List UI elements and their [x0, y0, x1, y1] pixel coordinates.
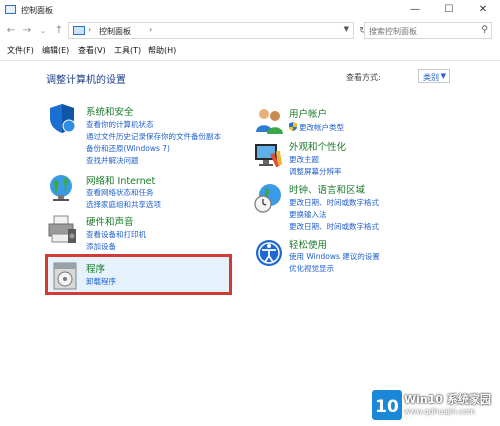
watermark-number: 10	[375, 397, 399, 417]
link-screen-resolution[interactable]: 调整屏幕分辨率	[289, 166, 342, 177]
category-title-system-security[interactable]: 系统和安全	[86, 104, 134, 118]
win10-logo-icon: 10	[372, 390, 402, 420]
link-optimize-visual-display[interactable]: 优化视觉显示	[289, 263, 334, 274]
menu-tools[interactable]: 工具(T)	[114, 45, 141, 56]
close-button[interactable]: ✕	[466, 0, 500, 20]
category-title-hardware-sound[interactable]: 硬件和声音	[86, 214, 134, 228]
link-change-input-method[interactable]: 更换输入法	[289, 209, 327, 220]
uac-shield-icon	[289, 122, 297, 131]
display-paint-icon	[255, 144, 283, 168]
view-by-value: 类别	[423, 73, 439, 82]
programs-icon	[53, 262, 77, 290]
users-icon	[256, 109, 283, 134]
search-input[interactable]	[367, 24, 479, 39]
control-panel-icon	[5, 5, 16, 14]
breadcrumb-control-panel[interactable]: 控制面板	[99, 26, 131, 37]
breadcrumb-separator-icon[interactable]: ›	[149, 25, 152, 34]
recent-dropdown-icon[interactable]: ⌄	[36, 24, 50, 38]
minimize-button[interactable]: —	[398, 0, 432, 20]
view-by-select[interactable]: 类别 ▼	[418, 69, 450, 83]
menu-edit[interactable]: 编辑(E)	[42, 45, 69, 56]
clock-globe-icon	[254, 184, 281, 213]
watermark: 10 Win10 系统家园 www.qdhuajin.com	[372, 390, 494, 420]
link-homegroup-sharing[interactable]: 选择家庭组和共享选项	[86, 199, 161, 210]
address-dropdown-icon[interactable]: ▼	[344, 25, 349, 33]
watermark-brand: Win10 系统家园	[404, 393, 491, 406]
category-title-user-accounts[interactable]: 用户帐户	[289, 106, 327, 120]
title-bar: 控制面板 — ☐ ✕	[0, 0, 500, 20]
category-title-ease-of-access[interactable]: 轻松使用	[289, 237, 327, 251]
shield-icon	[50, 104, 76, 133]
menu-help[interactable]: 帮助(H)	[148, 45, 176, 56]
link-network-status[interactable]: 查看网络状态和任务	[86, 187, 154, 198]
address-bar[interactable]: › 控制面板 › ▼	[68, 22, 354, 39]
link-windows-recommended-settings[interactable]: 使用 Windows 建议的设置	[289, 251, 380, 262]
category-title-clock-region[interactable]: 时钟、语言和区域	[289, 182, 365, 196]
link-date-time-format-2[interactable]: 更改日期、时间或数字格式	[289, 221, 379, 232]
menu-bar: 文件(F) 编辑(E) 查看(V) 工具(T) 帮助(H)	[0, 44, 500, 58]
forward-arrow-icon[interactable]: →	[20, 24, 34, 38]
watermark-url: www.qdhuajin.com	[404, 407, 476, 416]
maximize-button[interactable]: ☐	[432, 0, 466, 20]
category-title-appearance[interactable]: 外观和个性化	[289, 139, 346, 153]
link-date-time-format-1[interactable]: 更改日期、时间或数字格式	[289, 197, 379, 208]
link-add-device[interactable]: 添加设备	[86, 241, 116, 252]
page-title: 调整计算机的设置	[46, 75, 126, 86]
link-devices-printers[interactable]: 查看设备和打印机	[86, 229, 146, 240]
up-arrow-icon[interactable]: ↑	[52, 24, 66, 38]
menu-view[interactable]: 查看(V)	[78, 45, 106, 56]
ease-of-access-icon	[256, 240, 282, 266]
link-uninstall-program[interactable]: 卸载程序	[86, 276, 116, 287]
chevron-down-icon: ▼	[440, 72, 446, 80]
search-box[interactable]: ⚲	[364, 22, 492, 39]
back-arrow-icon[interactable]: ←	[4, 24, 18, 38]
link-view-computer-status[interactable]: 查看你的计算机状态	[86, 119, 154, 130]
link-change-theme[interactable]: 更改主题	[289, 154, 319, 165]
window-title: 控制面板	[21, 6, 53, 15]
menu-file[interactable]: 文件(F)	[7, 45, 34, 56]
search-icon[interactable]: ⚲	[481, 25, 488, 35]
link-backup-restore[interactable]: 备份和还原(Windows 7)	[86, 143, 170, 154]
category-title-programs[interactable]: 程序	[86, 261, 105, 275]
category-title-network-internet[interactable]: 网络和 Internet	[86, 173, 155, 187]
network-globe-icon	[50, 175, 72, 201]
printer-speaker-icon	[48, 215, 76, 243]
link-troubleshoot[interactable]: 查找并解决问题	[86, 155, 139, 166]
link-file-history-backup[interactable]: 通过文件历史记录保存你的文件备份副本	[86, 131, 221, 142]
control-panel-small-icon	[73, 26, 85, 35]
view-by-label: 查看方式:	[346, 73, 381, 82]
link-change-account-type[interactable]: 更改帐户类型	[299, 122, 344, 133]
breadcrumb-separator-icon[interactable]: ›	[88, 25, 91, 34]
divider	[0, 60, 500, 61]
